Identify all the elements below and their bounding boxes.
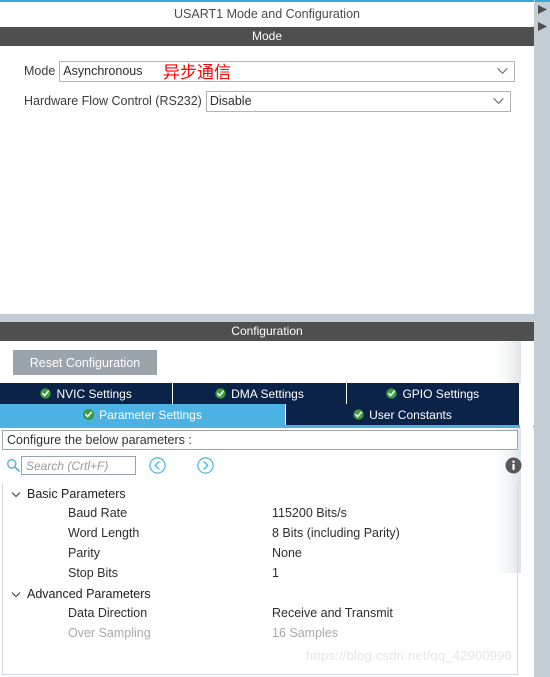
- check-circle-icon: [215, 388, 226, 399]
- vertical-scrollbar[interactable]: [535, 0, 550, 677]
- hardware-flow-control-label: Hardware Flow Control (RS232): [24, 94, 202, 108]
- tab-bar-right-filler: [520, 383, 534, 404]
- param-name: Word Length: [68, 526, 140, 540]
- scrollbar-track[interactable]: [535, 36, 550, 677]
- tab-label: GPIO Settings: [402, 386, 480, 401]
- panel-edge-shadow: [495, 341, 521, 383]
- tab-dma-settings[interactable]: DMA Settings: [173, 383, 347, 404]
- chinese-annotation: 异步通信: [163, 63, 231, 83]
- param-name: Parity: [68, 546, 100, 560]
- hardware-flow-control-value: Disable: [209, 94, 252, 108]
- param-name: Over Sampling: [68, 626, 151, 640]
- scrollbar-top-accent: [535, 0, 550, 2]
- mode-row: Mode Asynchronous: [24, 60, 516, 82]
- tab-bar-primary: NVIC Settings DMA Settings GPIO Settings: [0, 383, 534, 404]
- param-value: 8 Bits (including Parity): [272, 526, 400, 540]
- tab-label: DMA Settings: [231, 386, 304, 401]
- chevron-down-icon: [10, 588, 22, 600]
- configuration-panel: Configuration Reset Configuration NVIC S…: [0, 322, 534, 677]
- check-circle-icon: [353, 409, 364, 420]
- circle-left-arrow-icon[interactable]: [149, 457, 166, 474]
- chevron-down-icon: [493, 97, 504, 105]
- param-row-parity[interactable]: Parity None: [0, 544, 534, 564]
- mode-dropdown-value: Asynchronous: [63, 64, 143, 78]
- mode-section-header: Mode: [0, 27, 534, 46]
- chevron-down-icon: [497, 67, 509, 75]
- chevron-down-icon: [10, 488, 22, 500]
- param-name: Stop Bits: [68, 566, 119, 580]
- param-row-baud-rate[interactable]: Baud Rate 115200 Bits/s: [0, 504, 534, 524]
- param-group-advanced-parameters[interactable]: Advanced Parameters: [0, 584, 534, 604]
- configure-hint-bar: Configure the below parameters :: [2, 430, 518, 450]
- scroll-down-arrow-icon[interactable]: [536, 20, 549, 33]
- tab-nvic-settings[interactable]: NVIC Settings: [0, 383, 174, 404]
- param-group-label: Advanced Parameters: [27, 587, 151, 601]
- tab-label: NVIC Settings: [56, 386, 132, 401]
- tab-gpio-settings[interactable]: GPIO Settings: [346, 383, 520, 404]
- param-group-label: Basic Parameters: [27, 487, 126, 501]
- param-row-data-direction[interactable]: Data Direction Receive and Transmit: [0, 604, 534, 624]
- tab-bar-right-filler: [520, 404, 534, 425]
- panel-right-card: [521, 341, 534, 383]
- hardware-flow-control-row: Hardware Flow Control (RS232) Disable: [24, 90, 511, 112]
- circle-right-arrow-icon[interactable]: [197, 457, 214, 474]
- info-icon[interactable]: [505, 457, 522, 474]
- reset-row: Reset Configuration: [0, 341, 534, 383]
- param-name: Data Direction: [68, 606, 148, 620]
- configuration-section-header: Configuration: [0, 322, 534, 341]
- tab-label: Parameter Settings: [99, 407, 202, 422]
- param-row-word-length[interactable]: Word Length 8 Bits (including Parity): [0, 524, 534, 544]
- param-value: Receive and Transmit: [272, 606, 393, 620]
- watermark: https://blog.csdn.net/qq_42900996: [306, 648, 513, 663]
- tab-user-constants[interactable]: User Constants: [286, 404, 520, 425]
- param-group-basic-parameters[interactable]: Basic Parameters: [0, 484, 534, 504]
- param-row-stop-bits[interactable]: Stop Bits 1: [0, 564, 534, 584]
- panel-divider-gap: [0, 314, 534, 322]
- param-value: None: [272, 546, 302, 560]
- tab-bar-secondary: Parameter Settings User Constants: [0, 404, 534, 425]
- param-value: 16 Samples: [272, 626, 339, 640]
- mode-panel: USART1 Mode and Configuration Mode Mode …: [0, 0, 534, 314]
- search-input[interactable]: [21, 456, 136, 475]
- check-circle-icon: [386, 388, 398, 399]
- reset-configuration-button[interactable]: Reset Configuration: [13, 350, 157, 375]
- check-circle-icon: [40, 388, 52, 399]
- tab-label: User Constants: [369, 407, 452, 422]
- usart-configuration-window: USART1 Mode and Configuration Mode Mode …: [0, 0, 550, 677]
- parameter-search-row: [0, 453, 534, 481]
- scroll-up-arrow-icon[interactable]: [536, 3, 549, 16]
- parameters-area: Configure the below parameters : Search …: [0, 428, 534, 677]
- mode-dropdown[interactable]: Asynchronous: [59, 60, 516, 82]
- param-row-over-sampling: Over Sampling 16 Samples: [0, 624, 534, 644]
- param-value: 115200 Bits/s: [272, 506, 347, 520]
- mode-form-area: Mode Asynchronous Hardware Flow Control …: [0, 46, 534, 314]
- tab-parameter-settings[interactable]: Parameter Settings: [0, 404, 286, 425]
- hardware-flow-control-dropdown[interactable]: Disable: [205, 90, 511, 112]
- check-circle-icon: [83, 409, 94, 420]
- page-title: USART1 Mode and Configuration: [0, 2, 534, 26]
- mode-label: Mode: [24, 64, 56, 78]
- param-name: Baud Rate: [68, 506, 128, 520]
- search-icon: [6, 458, 20, 472]
- param-value: 1: [272, 566, 279, 580]
